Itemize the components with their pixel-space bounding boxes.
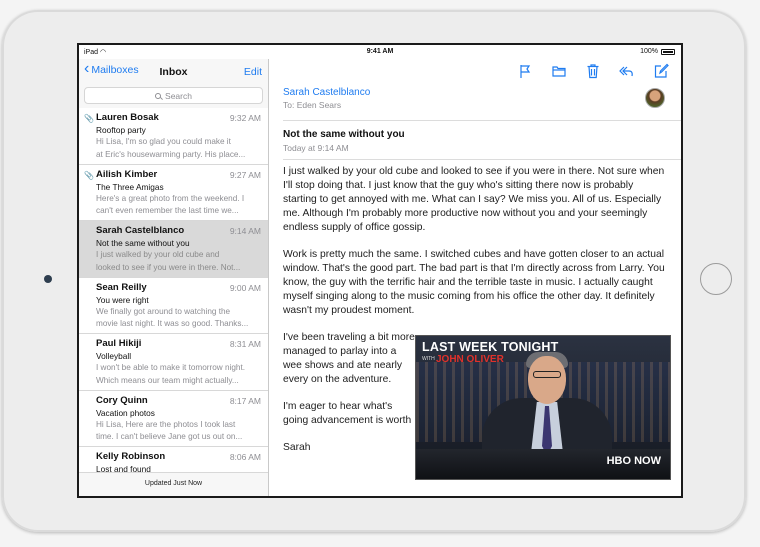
body-paragraph: Work is pretty much the same. I switched… [283,249,665,316]
message-preview: We finally got around to watching the [96,306,231,316]
trash-icon[interactable] [585,63,601,79]
mailboxes-back-button[interactable]: ‹ Mailboxes [84,60,139,77]
message-time: 9:00 AM [229,282,261,293]
compose-icon[interactable] [653,63,669,79]
message-detail: Sarah Castelblanco To: Eden Sears Not th… [269,59,681,496]
message-preview: Hi Lisa, I'm so glad you could make it [96,137,231,146]
body-paragraph: I've been traveling a bit more managed t… [283,332,415,385]
message-subject-preview: You were right [96,294,149,305]
message-preview: can't even remember the last time we... [96,206,239,215]
message-row[interactable]: Sarah Castelblanco 9:14 AM Not the same wi… [79,221,268,278]
back-label: Mailboxes [91,64,139,76]
search-placeholder: Search [165,90,192,101]
show-title: LAST WEEK TONIGHT [422,340,559,354]
show-host: JOHN OLIVER [436,354,504,365]
home-button[interactable] [700,263,732,295]
screen: iPad ◠ 9:41 AM 100% ‹ Mailboxes Inbox Ed… [77,43,683,498]
message-time: 9:14 AM [229,226,261,236]
message-preview: I just walked by your old cube and [96,250,220,259]
subject-divider [283,159,681,160]
message-time: 8:31 AM [229,339,261,349]
message-row[interactable]: Cory Quinn 8:17 AM Vacation photos Hi Lisa,… [79,390,268,447]
status-bar: iPad ◠ 9:41 AM 100% [79,45,681,59]
attachment-icon: 📎 [84,170,94,180]
message-header: Sarah Castelblanco To: Eden Sears [283,87,667,110]
network-logo: HBO NOW [606,455,661,467]
message-subject-preview: The Three Amigas [96,181,164,192]
edit-button[interactable]: Edit [244,66,262,78]
message-preview: Here's a great photo from the weekend. I [96,193,245,203]
host-head [528,356,566,404]
host-glasses [533,371,561,378]
attachment-icon: 📎 [84,114,94,123]
battery-percent: 100% [640,48,658,55]
message-time: 8:17 AM [229,395,261,406]
message-preview: looked to see if you were in there. Not.… [96,262,241,272]
message-toolbar [269,59,681,85]
battery-icon [661,48,675,55]
message-preview: I won't be able to make it tomorrow nigh… [96,363,246,372]
message-preview: Which means our team might actually... [96,375,239,385]
search-input[interactable]: Search [84,87,263,104]
message-preview: Hi Lisa, Here are the photos I took last [96,419,236,429]
picture-in-picture-video[interactable]: LAST WEEK TONIGHT WITH JOHN OLIVER HBO N… [415,335,671,480]
show-with-label: WITH [422,356,435,362]
message-row[interactable]: Sean Reilly 9:00 AM You were right We final… [79,277,268,334]
message-time: 9:32 AM [229,113,261,123]
battery-status: 100% [640,48,675,55]
mailbox-sidebar: ‹ Mailboxes Inbox Edit Search 📎 Lauren Bo… [79,59,269,496]
message-row[interactable]: 📎 Ailish Kimber 9:27 AM The Three Amigas Her… [79,164,268,221]
message-row[interactable]: 📎 Lauren Bosak 9:32 AM Rooftop party Hi Lisa… [79,108,268,165]
reply-icon[interactable] [618,63,634,79]
search-icon [155,92,162,99]
flag-icon[interactable] [517,63,533,79]
message-subject-preview: Rooftop party [96,125,146,135]
recipient-line: To: Eden Sears [283,100,342,110]
message-preview: at Eric's housewarming party. His place.… [96,149,246,159]
chevron-left-icon: ‹ [84,60,90,77]
status-time: 9:41 AM [366,48,394,55]
message-subject-preview: Volleyball [96,351,132,361]
folder-icon[interactable] [551,63,567,79]
message-subject-preview: Vacation photos [96,407,155,418]
message-preview: time. I can't believe Jane got us out on… [96,432,243,441]
message-preview: movie last night. It was so good. Thanks… [96,319,249,328]
body-paragraph: I'm eager to hear what's going advanceme… [283,401,412,426]
message-date: Today at 9:14 AM [283,143,349,153]
avatar [645,88,665,108]
mailbox-nav-bar: ‹ Mailboxes Inbox Edit [79,59,268,85]
header-divider [283,120,681,121]
message-row[interactable]: Paul Hikiji 8:31 AM Volleyball I won't be a… [79,334,268,391]
update-status: Updated Just Now [79,472,268,496]
message-list: 📎 Lauren Bosak 9:32 AM Rooftop party Hi Lisa… [79,108,268,496]
message-subject-preview: Not the same without you [96,238,190,248]
sender-name[interactable]: Sarah Castelblanco [283,87,667,98]
body-paragraph: I just walked by your old cube and looke… [283,166,665,233]
message-subject: Not the same without you [283,129,405,140]
camera [44,275,52,283]
message-time: 9:27 AM [229,169,261,180]
message-time: 8:06 AM [229,452,261,462]
